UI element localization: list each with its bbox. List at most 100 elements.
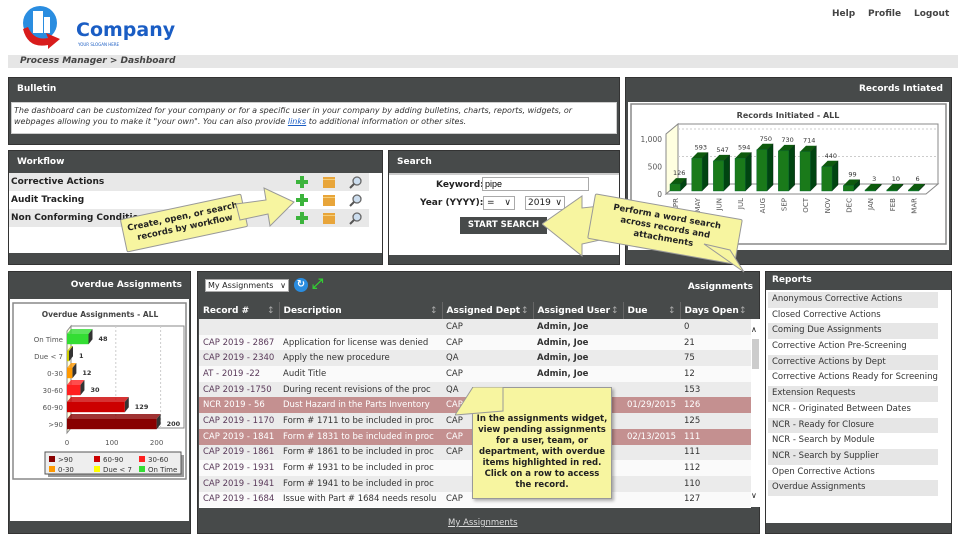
scroll-thumb[interactable]: [752, 339, 759, 369]
column-header[interactable]: Days Open ↕: [680, 302, 751, 319]
bar: [67, 419, 157, 430]
bar-side: [788, 144, 795, 192]
x-tick-label: 0: [65, 439, 69, 447]
x-tick-label: AUG: [759, 198, 767, 213]
report-link[interactable]: Corrective Actions Ready for Screening: [768, 370, 938, 386]
report-link[interactable]: Corrective Action Pre-Screening: [768, 339, 938, 355]
column-header[interactable]: Due ↕: [623, 302, 681, 319]
help-link[interactable]: Help: [832, 9, 855, 19]
report-link[interactable]: Open Corrective Actions: [768, 465, 938, 481]
legend-label: >90: [58, 456, 73, 464]
search-callout-tail: [703, 243, 745, 273]
column-header[interactable]: Assigned User ↕: [533, 302, 624, 319]
cell-due: 02/13/2015: [623, 428, 680, 445]
workflow-row[interactable]: Corrective Actions: [9, 173, 369, 191]
sort-icon: ↕: [738, 305, 747, 316]
table-scrollbar[interactable]: ∧ ∨: [751, 319, 760, 507]
report-link[interactable]: Coming Due Assignments: [768, 323, 938, 340]
column-header[interactable]: Assigned Dept ↕: [442, 302, 534, 319]
assignments-filter-select[interactable]: My Assignments ∨: [205, 279, 289, 292]
plus-icon[interactable]: [295, 175, 309, 189]
column-header[interactable]: Description ↕: [279, 302, 443, 319]
bar: [886, 189, 898, 192]
bar-side: [810, 145, 817, 192]
cell-desc: Audit Title: [279, 366, 442, 382]
operator-select[interactable]: = ∨: [483, 196, 515, 210]
expand-icon[interactable]: ⤢: [312, 276, 323, 292]
scroll-down-icon[interactable]: ∨: [751, 491, 757, 500]
legend-swatch: [94, 466, 100, 472]
logo-tagline: YOUR SLOGAN HERE: [78, 42, 120, 47]
cell-desc: Form # 1711 to be included in proc: [279, 413, 442, 429]
x-tick-label: NOV: [824, 198, 832, 214]
column-header[interactable]: Record # ↕: [199, 302, 280, 319]
profile-link[interactable]: Profile: [868, 9, 901, 19]
table-row[interactable]: CAP 2019 - 2340 Apply the new procedure QA…: [199, 350, 751, 367]
cell-days: 111: [680, 428, 751, 445]
report-link[interactable]: Anonymous Corrective Actions: [768, 292, 938, 308]
data-label: 129: [135, 403, 149, 411]
search-icon[interactable]: [349, 193, 363, 207]
cell-record: CAP 2019 - 1170: [199, 413, 279, 429]
cell-due: [623, 350, 680, 367]
company-logo[interactable]: Company YOUR SLOGAN HERE: [18, 5, 178, 51]
bar: [908, 189, 919, 192]
workflow-title: Workflow: [9, 151, 382, 173]
report-link[interactable]: Overdue Assignments: [768, 480, 938, 496]
plus-icon[interactable]: [295, 211, 309, 225]
cell-due: [623, 475, 680, 492]
table-row[interactable]: CAP 2019 - 2867 Application for license w…: [199, 334, 751, 351]
bar: [843, 185, 854, 192]
table-row[interactable]: AT - 2019 -22 Audit Title CAP Admin, Joe 12: [199, 366, 751, 382]
chart-title: Overdue Assignments - ALL: [42, 310, 159, 319]
y-tick-label: Due < 7: [34, 353, 63, 361]
x-tick-label: MAR: [911, 198, 919, 214]
keyword-input[interactable]: [482, 177, 589, 191]
folder-icon[interactable]: [322, 193, 336, 207]
bar: [67, 385, 81, 396]
search-icon[interactable]: [349, 175, 363, 189]
table-row[interactable]: CAP Admin, Joe 0: [199, 319, 751, 335]
data-label: 750: [760, 135, 772, 143]
refresh-icon[interactable]: ↻: [294, 278, 308, 292]
bar: [864, 189, 876, 192]
my-assignments-link[interactable]: My Assignments: [448, 518, 518, 528]
bar: [778, 150, 789, 192]
sort-icon: ↕: [610, 305, 619, 316]
cell-days: 112: [680, 460, 751, 476]
report-link[interactable]: NCR - Search by Supplier: [768, 448, 938, 465]
cell-due: [623, 413, 680, 429]
report-link[interactable]: Extension Requests: [768, 386, 938, 402]
legend-label: 0-30: [58, 466, 74, 474]
folder-icon[interactable]: [322, 175, 336, 189]
x-tick-label: 100: [105, 439, 118, 447]
y-tick-label: 1,000: [641, 135, 663, 144]
y-tick-label: 500: [648, 163, 663, 172]
data-label: 10: [892, 175, 900, 183]
data-label: 200: [167, 420, 181, 428]
reports-list: Anonymous Corrective Actions Closed Corre…: [766, 290, 951, 523]
start-search-button[interactable]: START SEARCH: [460, 217, 547, 234]
plus-icon[interactable]: [295, 193, 309, 207]
cell-record: CAP 2019 - 1941: [199, 475, 279, 492]
legend-label: 30-60: [148, 456, 168, 464]
report-link[interactable]: Closed Corrective Actions: [768, 308, 938, 324]
workflow-label: Audit Tracking: [11, 195, 85, 205]
cell-desc: Form # 1861 to be included in proc: [279, 444, 442, 461]
scroll-up-icon[interactable]: ∧: [751, 325, 757, 334]
x-tick-label: JUL: [737, 198, 745, 210]
report-link[interactable]: Corrective Actions by Dept: [768, 354, 938, 371]
search-icon[interactable]: [349, 211, 363, 225]
bulletin-link[interactable]: links: [288, 117, 306, 126]
report-link[interactable]: NCR - Originated Between Dates: [768, 402, 938, 418]
data-label: 594: [738, 143, 750, 151]
data-label: 440: [825, 152, 837, 160]
folder-icon[interactable]: [322, 211, 336, 225]
cell-days: 127: [680, 491, 751, 508]
legend-swatch: [49, 456, 55, 462]
report-link[interactable]: NCR - Search by Module: [768, 433, 938, 449]
logout-link[interactable]: Logout: [914, 9, 949, 19]
bar: [67, 402, 125, 413]
bar: [691, 158, 703, 192]
report-link[interactable]: NCR - Ready for Closure: [768, 417, 938, 434]
